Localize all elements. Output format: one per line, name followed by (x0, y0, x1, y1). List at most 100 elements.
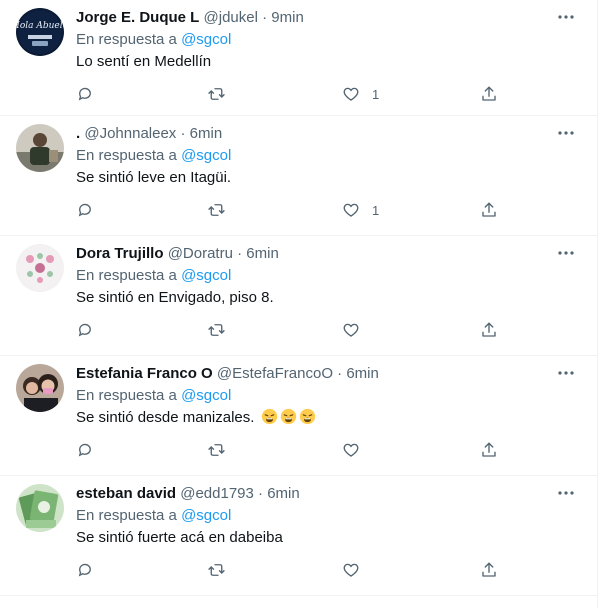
weary-face-icon (261, 408, 277, 425)
reply-icon (78, 323, 91, 337)
reply-button[interactable] (76, 560, 94, 580)
weary-face-icon (280, 408, 296, 425)
author-handle[interactable]: @jdukel (204, 9, 258, 26)
reply-button[interactable] (76, 440, 94, 460)
reply-context: En respuesta a @sgcol (76, 30, 231, 50)
reply-button[interactable] (76, 84, 94, 104)
author-handle[interactable]: @edd1793 (180, 485, 254, 502)
reply-prefix: En respuesta a (76, 507, 177, 524)
separator-dot: · (337, 365, 343, 382)
retweet-button[interactable] (207, 560, 226, 580)
tweet-header: Jorge E. Duque L @jdukel · 9min (76, 8, 557, 28)
more-icon[interactable] (555, 6, 577, 28)
more-icon[interactable] (555, 122, 577, 144)
tweet-text: Se sintió desde manizales. (76, 408, 316, 428)
share-button[interactable] (480, 560, 498, 580)
author-handle[interactable]: @EstefaFrancoO (217, 365, 333, 382)
avatar[interactable] (16, 484, 64, 532)
retweet-icon (208, 444, 225, 456)
retweet-icon (208, 204, 225, 216)
tweet-time[interactable]: 6min (346, 365, 379, 382)
like-button[interactable]: 1 (342, 200, 379, 220)
reply-button[interactable] (76, 320, 94, 340)
reply-icon (78, 203, 91, 217)
like-icon (343, 563, 359, 577)
reply-prefix: En respuesta a (76, 147, 177, 164)
tweet-time[interactable]: 6min (246, 245, 279, 262)
share-button[interactable] (480, 320, 498, 340)
reply-mention-link[interactable]: @sgcol (181, 387, 231, 404)
more-icon[interactable] (555, 362, 577, 384)
tweet-time[interactable]: 9min (271, 9, 304, 26)
like-button[interactable] (342, 320, 372, 340)
share-icon (482, 322, 496, 337)
weary-face-icon (299, 408, 315, 425)
author-handle[interactable]: @Doratru (168, 245, 233, 262)
like-icon (343, 443, 359, 457)
tweet[interactable]: esteban david @edd1793 · 6min En respues… (0, 476, 597, 596)
retweet-button[interactable] (207, 84, 226, 104)
reply-mention-link[interactable]: @sgcol (181, 267, 231, 284)
reply-prefix: En respuesta a (76, 267, 177, 284)
more-icon[interactable] (555, 482, 577, 504)
tweet-time[interactable]: 6min (267, 485, 300, 502)
reply-context: En respuesta a @sgcol (76, 506, 231, 526)
like-button[interactable] (342, 560, 372, 580)
tweet[interactable]: Hola Abuelo Jorge E. Duque L @jdukel · 9… (0, 0, 597, 116)
action-bar (76, 320, 506, 340)
tweet-text: Se sintió leve en Itagüi. (76, 169, 232, 186)
tweet[interactable]: Dora Trujillo @Doratru · 6min En respues… (0, 236, 597, 356)
share-icon (482, 202, 496, 217)
reply-context: En respuesta a @sgcol (76, 146, 231, 166)
reply-context: En respuesta a @sgcol (76, 266, 231, 286)
reply-icon (78, 87, 91, 101)
more-icon[interactable] (555, 242, 577, 264)
tweet[interactable]: Estefania Franco O @EstefaFrancoO · 6min… (0, 356, 597, 476)
separator-dot: · (258, 485, 264, 502)
like-icon (343, 323, 359, 337)
author-name[interactable]: . (76, 125, 80, 142)
separator-dot: · (237, 245, 243, 262)
reply-mention-link[interactable]: @sgcol (181, 507, 231, 524)
tweet-text: Lo sentí en Medellín (76, 53, 212, 70)
reply-feed: Hola Abuelo Jorge E. Duque L @jdukel · 9… (0, 0, 598, 608)
author-name[interactable]: esteban david (76, 485, 176, 502)
action-bar: 1 (76, 200, 506, 220)
avatar[interactable] (16, 124, 64, 172)
share-icon (482, 442, 496, 457)
like-button[interactable] (342, 440, 372, 460)
retweet-button[interactable] (207, 320, 226, 340)
tweet[interactable]: . @Johnnaleex · 6min En respuesta a @sgc… (0, 116, 597, 236)
share-button[interactable] (480, 440, 498, 460)
author-handle[interactable]: @Johnnaleex (84, 125, 176, 142)
share-button[interactable] (480, 84, 498, 104)
tweet-header: Estefania Franco O @EstefaFrancoO · 6min (76, 364, 557, 384)
share-icon (482, 86, 496, 101)
avatar[interactable] (16, 364, 64, 412)
reply-mention-link[interactable]: @sgcol (181, 147, 231, 164)
tweet-time[interactable]: 6min (190, 125, 223, 142)
author-name[interactable]: Jorge E. Duque L (76, 9, 199, 26)
retweet-button[interactable] (207, 200, 226, 220)
author-name[interactable]: Estefania Franco O (76, 365, 213, 382)
avatar[interactable]: Hola Abuelo (16, 8, 64, 56)
like-count: 1 (372, 202, 380, 218)
author-name[interactable]: Dora Trujillo (76, 245, 164, 262)
action-bar (76, 440, 506, 460)
tweet-text: Se sintió fuerte acá en dabeiba (76, 529, 283, 546)
tweet-header: . @Johnnaleex · 6min (76, 124, 557, 144)
like-button[interactable]: 1 (342, 84, 379, 104)
like-icon (343, 87, 359, 101)
share-button[interactable] (480, 200, 498, 220)
reply-button[interactable] (76, 200, 94, 220)
separator-dot: · (180, 125, 186, 142)
retweet-icon (208, 324, 225, 336)
separator-dot: · (262, 9, 268, 26)
avatar[interactable] (16, 244, 64, 292)
reply-prefix: En respuesta a (76, 387, 177, 404)
reply-mention-link[interactable]: @sgcol (181, 31, 231, 48)
retweet-button[interactable] (207, 440, 226, 460)
reply-context: En respuesta a @sgcol (76, 386, 231, 406)
reply-icon (78, 443, 91, 457)
reply-prefix: En respuesta a (76, 31, 177, 48)
